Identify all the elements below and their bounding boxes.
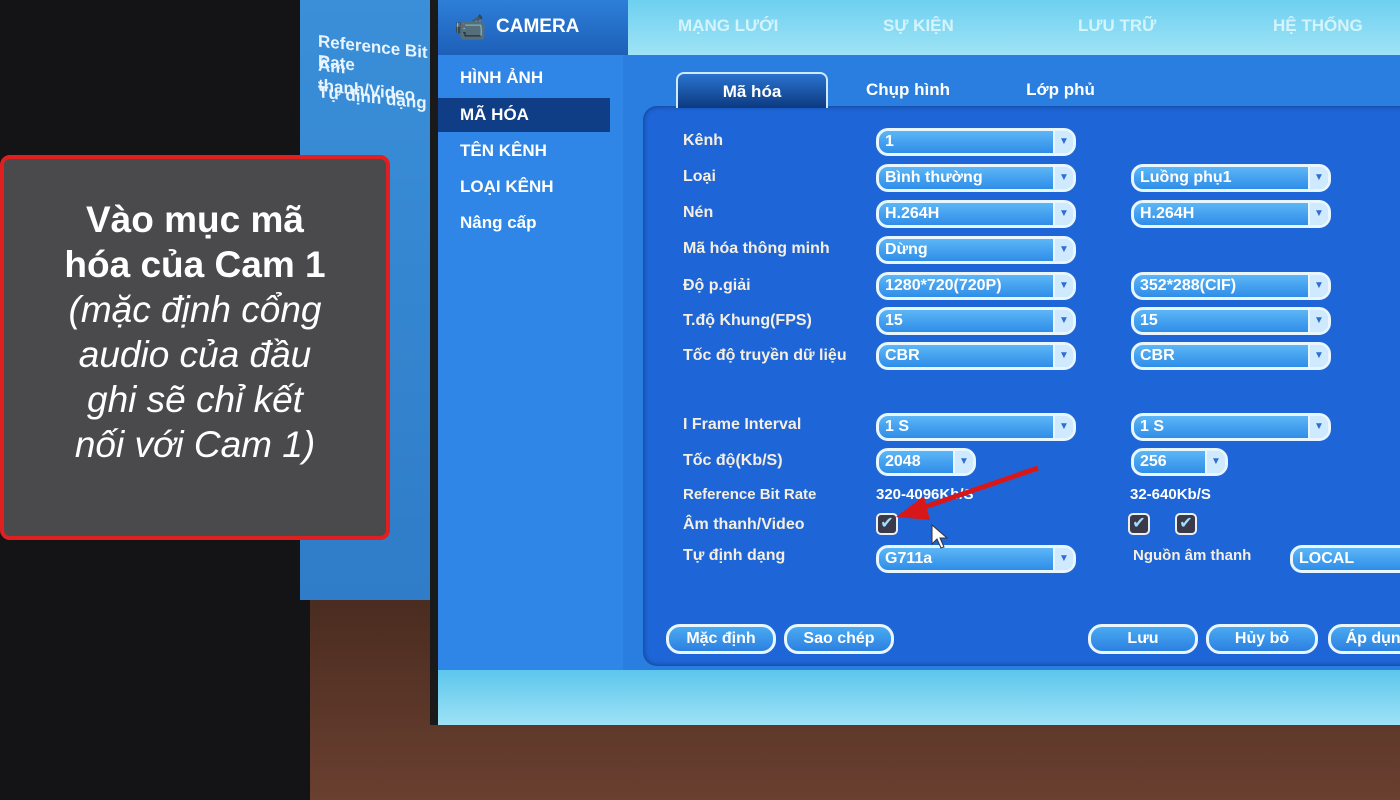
chevron-down-icon: ▼ xyxy=(1053,345,1073,367)
menu-camera[interactable]: 📹 CAMERA xyxy=(438,0,628,55)
cancel-button[interactable]: Hủy bỏ xyxy=(1206,624,1318,654)
label-bitrate-type: Tốc độ truyền dữ liệu xyxy=(683,347,847,364)
value: CBR xyxy=(1140,347,1175,364)
sub-audio-checkbox[interactable]: ✔ xyxy=(1128,513,1150,535)
sidebar-item-image[interactable]: HÌNH ẢNH xyxy=(460,68,543,88)
chevron-down-icon: ▼ xyxy=(1053,310,1073,332)
label-iframe: I Frame Interval xyxy=(683,416,802,433)
tab-snapshot[interactable]: Chụp hình xyxy=(848,72,968,108)
red-arrow-annotation xyxy=(896,465,1039,520)
sub-ref-bitrate-value: 32-640Kb/S xyxy=(1130,486,1211,503)
sub-compression-select[interactable]: H.264H ▼ xyxy=(1131,200,1331,228)
label-compression: Nén xyxy=(683,204,714,221)
callout-note: (mặc định cổng xyxy=(68,289,322,330)
chevron-down-icon: ▼ xyxy=(1308,310,1328,332)
copy-button[interactable]: Sao chép xyxy=(784,624,894,654)
value: 1 S xyxy=(885,418,910,435)
value: 15 xyxy=(885,312,903,329)
value: Bình thường xyxy=(885,169,983,186)
chevron-down-icon: ▼ xyxy=(1053,275,1073,297)
fps-select[interactable]: 15 ▼ xyxy=(876,307,1076,335)
menu-label: CAMERA xyxy=(496,16,580,37)
label-type: Loại xyxy=(683,168,716,185)
chevron-down-icon: ▼ xyxy=(1308,275,1328,297)
value: G711a xyxy=(885,550,933,567)
value: H.264H xyxy=(885,205,940,222)
menu-events[interactable]: SỰ KIỆN xyxy=(883,16,954,36)
channel-select[interactable]: 1 ▼ xyxy=(876,128,1076,156)
label-bitrate: Tốc độ(Kb/S) xyxy=(683,452,783,469)
callout-title: hóa của Cam 1 xyxy=(64,244,326,285)
callout-note: nối với Cam 1) xyxy=(74,424,316,465)
chevron-down-icon: ▼ xyxy=(1053,203,1073,225)
sidebar-item-upgrade[interactable]: Nâng cấp xyxy=(460,213,537,233)
sub-video-checkbox[interactable]: ✔ xyxy=(1175,513,1197,535)
chevron-down-icon: ▼ xyxy=(1308,167,1328,189)
iframe-select[interactable]: 1 S ▼ xyxy=(876,413,1076,441)
top-menu-bar: 📹 CAMERA MẠNG LƯỚI SỰ KIỆN LƯU TRỮ HỆ THỐ… xyxy=(438,0,1400,55)
label-ref-bitrate: Reference Bit Rate xyxy=(683,486,817,503)
compression-select[interactable]: H.264H ▼ xyxy=(876,200,1076,228)
resolution-select[interactable]: 1280*720(720P) ▼ xyxy=(876,272,1076,300)
chevron-down-icon: ▼ xyxy=(1053,548,1073,570)
mouse-cursor-icon xyxy=(931,524,949,549)
callout-note: audio của đầu xyxy=(78,334,312,375)
sidebar-item-channel-name[interactable]: TÊN KÊNH xyxy=(460,141,547,161)
save-button[interactable]: Lưu xyxy=(1088,624,1198,654)
audio-format-select[interactable]: G711a ▼ xyxy=(876,545,1076,573)
tab-overlay[interactable]: Lớp phủ xyxy=(1008,72,1113,108)
value: 352*288(CIF) xyxy=(1140,277,1237,294)
chevron-down-icon: ▼ xyxy=(1053,131,1073,153)
label-audio-source: Nguồn âm thanh xyxy=(1133,547,1252,564)
menu-network[interactable]: MẠNG LƯỚI xyxy=(678,16,778,36)
value: 1 S xyxy=(1140,418,1165,435)
chevron-down-icon: ▼ xyxy=(1053,239,1073,261)
label-channel: Kênh xyxy=(683,132,723,149)
smart-codec-select[interactable]: Dừng ▼ xyxy=(876,236,1076,264)
type-select[interactable]: Bình thường ▼ xyxy=(876,164,1076,192)
sidebar-item-encode[interactable]: MÃ HÓA xyxy=(438,98,610,132)
sub-bitrate-type-select[interactable]: CBR ▼ xyxy=(1131,342,1331,370)
chevron-down-icon: ▼ xyxy=(1053,167,1073,189)
default-button[interactable]: Mặc định xyxy=(666,624,776,654)
camera-icon: 📹 xyxy=(454,12,487,42)
value: Dừng xyxy=(885,241,928,258)
callout-box: Vào mục mã hóa của Cam 1 (mặc định cổng … xyxy=(0,155,390,540)
value: CBR xyxy=(885,347,920,364)
tab-encode[interactable]: Mã hóa xyxy=(676,72,828,108)
sub-fps-select[interactable]: 15 ▼ xyxy=(1131,307,1331,335)
dvr-window: 📹 CAMERA MẠNG LƯỚI SỰ KIỆN LƯU TRỮ HỆ THỐ… xyxy=(430,0,1400,725)
value: 1280*720(720P) xyxy=(885,277,1002,294)
value: 1 xyxy=(885,133,894,150)
sidebar-item-channel-type[interactable]: LOẠI KÊNH xyxy=(460,177,554,197)
value: H.264H xyxy=(1140,205,1195,222)
value: 256 xyxy=(1140,453,1167,470)
label-smart-codec: Mã hóa thông minh xyxy=(683,240,830,257)
value: Luồng phụ1 xyxy=(1140,169,1232,186)
menu-system[interactable]: HỆ THỐNG xyxy=(1273,16,1363,36)
label-fps: T.độ Khung(FPS) xyxy=(683,312,812,329)
callout-title: Vào mục mã xyxy=(86,199,304,240)
callout-note: ghi sẽ chỉ kết xyxy=(87,379,303,420)
bitrate-type-select[interactable]: CBR ▼ xyxy=(876,342,1076,370)
apply-button[interactable]: Áp dụng xyxy=(1328,624,1400,654)
chevron-down-icon: ▼ xyxy=(1308,416,1328,438)
chevron-down-icon: ▼ xyxy=(1053,416,1073,438)
menu-storage[interactable]: LƯU TRỮ xyxy=(1078,16,1156,36)
sub-resolution-select[interactable]: 352*288(CIF) ▼ xyxy=(1131,272,1331,300)
label-custom-format: Tự định dạng xyxy=(683,547,786,564)
label-audio-video: Âm thanh/Video xyxy=(683,516,805,533)
label-resolution: Độ p.giải xyxy=(683,277,751,294)
audio-source-select[interactable]: LOCAL xyxy=(1290,545,1400,573)
sidebar: HÌNH ẢNH MÃ HÓA TÊN KÊNH LOẠI KÊNH Nâng … xyxy=(438,55,623,675)
value: 15 xyxy=(1140,312,1158,329)
value: LOCAL xyxy=(1299,550,1355,567)
chevron-down-icon: ▼ xyxy=(1308,345,1328,367)
chevron-down-icon: ▼ xyxy=(1308,203,1328,225)
sub-stream-select[interactable]: Luồng phụ1 ▼ xyxy=(1131,164,1331,192)
sub-iframe-select[interactable]: 1 S ▼ xyxy=(1131,413,1331,441)
chevron-down-icon: ▼ xyxy=(1205,451,1225,473)
bottom-strip xyxy=(438,670,1400,725)
sub-bitrate-select[interactable]: 256 ▼ xyxy=(1131,448,1228,476)
